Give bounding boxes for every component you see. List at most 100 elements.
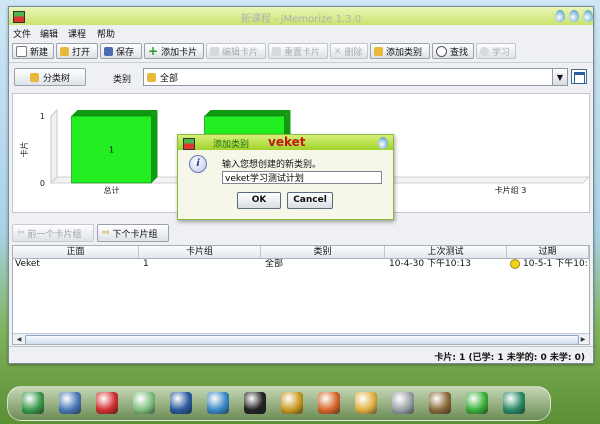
penguin-icon[interactable] — [244, 392, 266, 414]
menu-file[interactable]: 文件 — [13, 27, 31, 40]
add-card-label: 添加卡片 — [161, 47, 198, 58]
edit-card-label: 编辑卡片 — [222, 47, 259, 58]
column-deck[interactable]: 卡片组 — [139, 246, 261, 258]
table-row[interactable]: Veket 1 全部 10-4-30 下午10:13 10-5-1 下午10:1 — [13, 259, 589, 270]
category-select-value: 全部 — [160, 73, 179, 84]
add-category-dialog: 添加类别 veket i 输入您想创建的新类别。 OK Cancel — [177, 134, 394, 220]
network-icon[interactable] — [207, 392, 229, 414]
cell-deck: 1 — [143, 259, 149, 269]
reset-card-button[interactable]: 重置卡片 — [268, 43, 328, 59]
category-filter-bar: 分类树 类别 全部 ▼ — [9, 65, 593, 89]
category-tree-label: 分类树 — [42, 73, 70, 84]
status-bar: 卡片: 1 (已学: 1 未学的: 0 未学: 0) — [9, 346, 593, 363]
cancel-button[interactable]: Cancel — [287, 192, 333, 209]
ok-button[interactable]: OK — [237, 192, 281, 209]
delete-x-icon: ✕ — [334, 46, 342, 57]
add-category-label: 添加类别 — [386, 47, 423, 58]
new-button-label: 新建 — [30, 47, 49, 58]
column-front[interactable]: 正面 — [13, 246, 139, 258]
column-expires[interactable]: 过期 — [507, 246, 589, 258]
category-name-input[interactable] — [222, 171, 382, 184]
monitor-icon[interactable] — [59, 392, 81, 414]
tree-icon — [29, 72, 39, 82]
pencil-icon — [210, 46, 219, 56]
x-tick-label: 总计 — [104, 185, 120, 195]
new-button[interactable]: 新建 — [12, 43, 54, 59]
card-table: 正面 卡片组 类别 上次测试 过期 Veket 1 全部 10-4-30 下午1… — [12, 245, 590, 345]
y-tick-label: 0 — [40, 179, 45, 188]
column-category[interactable]: 类别 — [261, 246, 385, 258]
window-view-button[interactable] — [571, 69, 587, 84]
dialog-title-bar: 添加类别 veket — [178, 135, 393, 150]
dialog-app-icon — [183, 138, 195, 150]
arrow-left-icon: ⇦ — [17, 228, 25, 238]
bar-top — [71, 110, 158, 116]
reset-card-label: 重置卡片 — [284, 47, 321, 58]
category-select[interactable]: 全部 ▼ — [143, 68, 568, 86]
menu-lesson[interactable]: 课程 — [68, 27, 86, 40]
chart-app-icon[interactable] — [22, 392, 44, 414]
find-label: 查找 — [450, 47, 469, 58]
dialog-close-icon[interactable] — [378, 137, 388, 149]
scroll-left-icon[interactable]: ◀ — [14, 335, 24, 344]
audio-player-icon[interactable] — [170, 392, 192, 414]
menu-help[interactable]: 帮助 — [97, 27, 115, 40]
edit-card-button[interactable]: 编辑卡片 — [206, 43, 266, 59]
plus-icon: + — [148, 43, 159, 58]
usb-drive-icon[interactable] — [392, 392, 414, 414]
photo-viewer-icon[interactable] — [429, 392, 451, 414]
cell-expires: 10-5-1 下午10:1 — [523, 259, 590, 269]
close-icon[interactable] — [583, 10, 593, 22]
prev-deck-label: 前一个卡片组 — [27, 229, 82, 240]
leaf-app-icon[interactable] — [466, 392, 488, 414]
delete-button[interactable]: ✕ 删除 — [330, 43, 368, 59]
settings-icon[interactable] — [503, 392, 525, 414]
find-button[interactable]: 查找 — [432, 43, 474, 59]
minimize-icon[interactable] — [555, 10, 565, 22]
learn-button[interactable]: 学习 — [476, 43, 516, 59]
folder-icon — [60, 46, 69, 56]
chart-side-wall — [50, 108, 58, 185]
smiley-icon — [510, 259, 520, 269]
add-card-button[interactable]: + 添加卡片 — [144, 43, 204, 59]
chevron-down-icon[interactable]: ▼ — [552, 69, 567, 85]
taskbar-dock — [7, 386, 551, 421]
new-file-icon — [16, 45, 27, 57]
y-tick-label: 1 — [40, 112, 45, 121]
category-tree-button[interactable]: 分类树 — [14, 68, 86, 86]
category-folder-icon — [374, 46, 383, 56]
presentation-icon[interactable] — [318, 392, 340, 414]
next-deck-button[interactable]: ⇨ 下个卡片组 — [97, 224, 169, 242]
dialog-title: 添加类别 — [213, 140, 250, 150]
document-viewer-icon[interactable] — [281, 392, 303, 414]
table-header: 正面 卡片组 类别 上次测试 过期 — [13, 246, 589, 259]
bar-data-label: 1 — [109, 146, 114, 155]
prev-deck-button[interactable]: ⇦ 前一个卡片组 — [12, 224, 94, 242]
bar-top — [204, 110, 291, 116]
folder-icon — [147, 72, 156, 82]
column-last-test[interactable]: 上次测试 — [385, 246, 507, 258]
notepad-icon[interactable] — [133, 392, 155, 414]
x-tick-label: 卡片组 3 — [495, 185, 527, 195]
info-icon: i — [189, 155, 207, 173]
title-bar: 新课程 - jMemorize 1.3.0 — [9, 7, 593, 26]
add-category-button[interactable]: 添加类别 — [370, 43, 430, 59]
scroll-right-icon[interactable]: ▶ — [578, 335, 588, 344]
save-button[interactable]: 保存 — [100, 43, 142, 59]
menu-bar: 文件 编辑 课程 帮助 — [9, 25, 593, 40]
arrow-right-icon: ⇨ — [102, 228, 110, 238]
maximize-icon[interactable] — [569, 10, 579, 22]
save-button-label: 保存 — [116, 47, 135, 58]
paint-icon[interactable] — [355, 392, 377, 414]
dialog-title-overlay: veket — [268, 135, 306, 149]
toolbar: 新建 打开 保存 + 添加卡片 编辑卡片 重置卡片 ✕ 删除 添加类别 查找 学 — [9, 40, 593, 63]
cell-last-test: 10-4-30 下午10:13 — [389, 259, 471, 269]
bar-side — [151, 110, 158, 183]
horizontal-scrollbar[interactable]: ◀ ▶ — [13, 333, 589, 344]
scrollbar-thumb[interactable] — [25, 335, 579, 344]
dialog-message: 输入您想创建的新类别。 — [222, 160, 322, 170]
menu-edit[interactable]: 编辑 — [40, 27, 58, 40]
pig-app-icon[interactable] — [96, 392, 118, 414]
delete-label: 删除 — [344, 47, 363, 58]
open-button[interactable]: 打开 — [56, 43, 98, 59]
